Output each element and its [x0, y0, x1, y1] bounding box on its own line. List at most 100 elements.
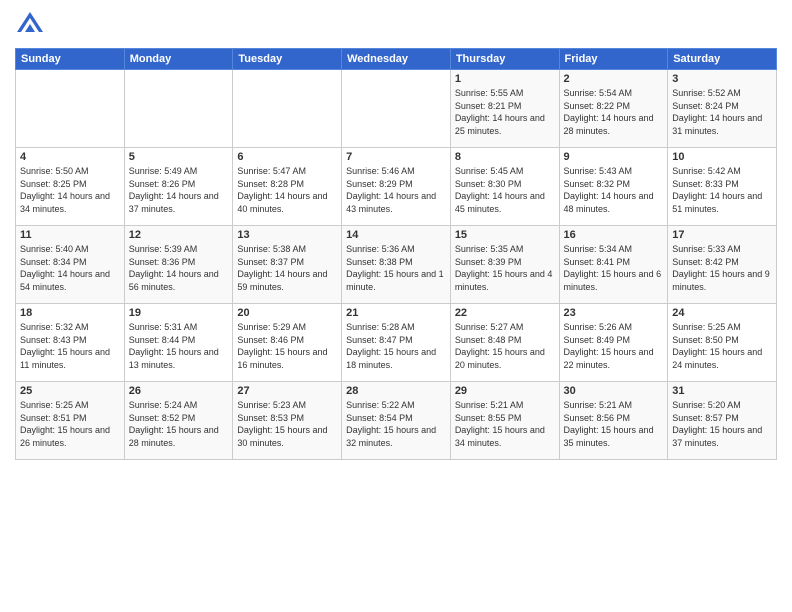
day-info: Sunrise: 5:23 AM Sunset: 8:53 PM Dayligh… — [237, 399, 337, 449]
calendar-cell: 29 Sunrise: 5:21 AM Sunset: 8:55 PM Dayli… — [450, 382, 559, 460]
calendar-cell: 2 Sunrise: 5:54 AM Sunset: 8:22 PM Daylig… — [559, 70, 668, 148]
day-info: Sunrise: 5:45 AM Sunset: 8:30 PM Dayligh… — [455, 165, 555, 215]
calendar-cell: 20 Sunrise: 5:29 AM Sunset: 8:46 PM Dayli… — [233, 304, 342, 382]
calendar-cell: 21 Sunrise: 5:28 AM Sunset: 8:47 PM Dayli… — [342, 304, 451, 382]
day-number: 2 — [564, 73, 664, 85]
calendar-cell: 25 Sunrise: 5:25 AM Sunset: 8:51 PM Dayli… — [16, 382, 125, 460]
day-info: Sunrise: 5:50 AM Sunset: 8:25 PM Dayligh… — [20, 165, 120, 215]
calendar-week-row: 25 Sunrise: 5:25 AM Sunset: 8:51 PM Dayli… — [16, 382, 777, 460]
calendar-cell: 4 Sunrise: 5:50 AM Sunset: 8:25 PM Daylig… — [16, 148, 125, 226]
day-number: 23 — [564, 307, 664, 319]
day-info: Sunrise: 5:22 AM Sunset: 8:54 PM Dayligh… — [346, 399, 446, 449]
day-info: Sunrise: 5:52 AM Sunset: 8:24 PM Dayligh… — [672, 87, 772, 137]
calendar-cell — [342, 70, 451, 148]
day-number: 27 — [237, 385, 337, 397]
day-info: Sunrise: 5:20 AM Sunset: 8:57 PM Dayligh… — [672, 399, 772, 449]
day-number: 8 — [455, 151, 555, 163]
day-number: 6 — [237, 151, 337, 163]
calendar-cell: 12 Sunrise: 5:39 AM Sunset: 8:36 PM Dayli… — [124, 226, 233, 304]
day-info: Sunrise: 5:54 AM Sunset: 8:22 PM Dayligh… — [564, 87, 664, 137]
calendar-cell: 5 Sunrise: 5:49 AM Sunset: 8:26 PM Daylig… — [124, 148, 233, 226]
calendar-cell: 13 Sunrise: 5:38 AM Sunset: 8:37 PM Dayli… — [233, 226, 342, 304]
calendar-cell: 10Sunrise: 5:42 AM Sunset: 8:33 PM Dayli… — [668, 148, 777, 226]
day-info: Sunrise: 5:35 AM Sunset: 8:39 PM Dayligh… — [455, 243, 555, 293]
page-container: SundayMondayTuesdayWednesdayThursdayFrid… — [0, 0, 792, 612]
day-info: Sunrise: 5:32 AM Sunset: 8:43 PM Dayligh… — [20, 321, 120, 371]
day-number: 18 — [20, 307, 120, 319]
weekday-row: SundayMondayTuesdayWednesdayThursdayFrid… — [16, 49, 777, 70]
day-info: Sunrise: 5:21 AM Sunset: 8:55 PM Dayligh… — [455, 399, 555, 449]
day-number: 5 — [129, 151, 229, 163]
calendar-table: SundayMondayTuesdayWednesdayThursdayFrid… — [15, 48, 777, 460]
day-number: 12 — [129, 229, 229, 241]
weekday-header: Sunday — [16, 49, 125, 70]
day-number: 19 — [129, 307, 229, 319]
day-number: 22 — [455, 307, 555, 319]
day-number: 20 — [237, 307, 337, 319]
calendar-cell: 16Sunrise: 5:34 AM Sunset: 8:41 PM Dayli… — [559, 226, 668, 304]
day-info: Sunrise: 5:43 AM Sunset: 8:32 PM Dayligh… — [564, 165, 664, 215]
calendar-cell: 17 Sunrise: 5:33 AM Sunset: 8:42 PM Dayli… — [668, 226, 777, 304]
day-number: 11 — [20, 229, 120, 241]
day-number: 17 — [672, 229, 772, 241]
calendar-cell: 24 Sunrise: 5:25 AM Sunset: 8:50 PM Dayli… — [668, 304, 777, 382]
day-info: Sunrise: 5:29 AM Sunset: 8:46 PM Dayligh… — [237, 321, 337, 371]
day-info: Sunrise: 5:38 AM Sunset: 8:37 PM Dayligh… — [237, 243, 337, 293]
calendar-cell — [233, 70, 342, 148]
day-info: Sunrise: 5:28 AM Sunset: 8:47 PM Dayligh… — [346, 321, 446, 371]
calendar-cell: 3 Sunrise: 5:52 AM Sunset: 8:24 PM Daylig… — [668, 70, 777, 148]
day-number: 3 — [672, 73, 772, 85]
day-number: 1 — [455, 73, 555, 85]
day-number: 4 — [20, 151, 120, 163]
calendar-cell: 23Sunrise: 5:26 AM Sunset: 8:49 PM Dayli… — [559, 304, 668, 382]
calendar-cell: 26Sunrise: 5:24 AM Sunset: 8:52 PM Dayli… — [124, 382, 233, 460]
day-number: 24 — [672, 307, 772, 319]
day-number: 21 — [346, 307, 446, 319]
calendar-cell: 11Sunrise: 5:40 AM Sunset: 8:34 PM Dayli… — [16, 226, 125, 304]
day-info: Sunrise: 5:24 AM Sunset: 8:52 PM Dayligh… — [129, 399, 229, 449]
day-number: 15 — [455, 229, 555, 241]
weekday-header: Tuesday — [233, 49, 342, 70]
calendar-cell: 31Sunrise: 5:20 AM Sunset: 8:57 PM Dayli… — [668, 382, 777, 460]
day-info: Sunrise: 5:36 AM Sunset: 8:38 PM Dayligh… — [346, 243, 446, 293]
day-info: Sunrise: 5:21 AM Sunset: 8:56 PM Dayligh… — [564, 399, 664, 449]
calendar-cell: 27 Sunrise: 5:23 AM Sunset: 8:53 PM Dayli… — [233, 382, 342, 460]
day-info: Sunrise: 5:39 AM Sunset: 8:36 PM Dayligh… — [129, 243, 229, 293]
page-header — [15, 10, 777, 40]
day-number: 9 — [564, 151, 664, 163]
calendar-cell: 22 Sunrise: 5:27 AM Sunset: 8:48 PM Dayli… — [450, 304, 559, 382]
day-info: Sunrise: 5:27 AM Sunset: 8:48 PM Dayligh… — [455, 321, 555, 371]
calendar-cell: 30 Sunrise: 5:21 AM Sunset: 8:56 PM Dayli… — [559, 382, 668, 460]
calendar-body: 1Sunrise: 5:55 AM Sunset: 8:21 PM Daylig… — [16, 70, 777, 460]
weekday-header: Saturday — [668, 49, 777, 70]
day-info: Sunrise: 5:47 AM Sunset: 8:28 PM Dayligh… — [237, 165, 337, 215]
day-number: 13 — [237, 229, 337, 241]
calendar-cell: 9 Sunrise: 5:43 AM Sunset: 8:32 PM Daylig… — [559, 148, 668, 226]
day-number: 30 — [564, 385, 664, 397]
day-number: 29 — [455, 385, 555, 397]
weekday-header: Thursday — [450, 49, 559, 70]
weekday-header: Wednesday — [342, 49, 451, 70]
calendar-cell: 28 Sunrise: 5:22 AM Sunset: 8:54 PM Dayli… — [342, 382, 451, 460]
day-info: Sunrise: 5:46 AM Sunset: 8:29 PM Dayligh… — [346, 165, 446, 215]
day-info: Sunrise: 5:33 AM Sunset: 8:42 PM Dayligh… — [672, 243, 772, 293]
day-number: 25 — [20, 385, 120, 397]
day-number: 7 — [346, 151, 446, 163]
weekday-header: Friday — [559, 49, 668, 70]
calendar-cell — [16, 70, 125, 148]
calendar-cell: 6 Sunrise: 5:47 AM Sunset: 8:28 PM Daylig… — [233, 148, 342, 226]
calendar-header: SundayMondayTuesdayWednesdayThursdayFrid… — [16, 49, 777, 70]
calendar-cell: 15 Sunrise: 5:35 AM Sunset: 8:39 PM Dayli… — [450, 226, 559, 304]
day-info: Sunrise: 5:25 AM Sunset: 8:51 PM Dayligh… — [20, 399, 120, 449]
day-number: 16 — [564, 229, 664, 241]
day-number: 28 — [346, 385, 446, 397]
calendar-cell: 18 Sunrise: 5:32 AM Sunset: 8:43 PM Dayli… — [16, 304, 125, 382]
weekday-header: Monday — [124, 49, 233, 70]
day-info: Sunrise: 5:49 AM Sunset: 8:26 PM Dayligh… — [129, 165, 229, 215]
calendar-cell: 8 Sunrise: 5:45 AM Sunset: 8:30 PM Daylig… — [450, 148, 559, 226]
calendar-cell: 7 Sunrise: 5:46 AM Sunset: 8:29 PM Daylig… — [342, 148, 451, 226]
calendar-week-row: 11Sunrise: 5:40 AM Sunset: 8:34 PM Dayli… — [16, 226, 777, 304]
logo — [15, 10, 49, 40]
day-info: Sunrise: 5:25 AM Sunset: 8:50 PM Dayligh… — [672, 321, 772, 371]
calendar-week-row: 18 Sunrise: 5:32 AM Sunset: 8:43 PM Dayli… — [16, 304, 777, 382]
